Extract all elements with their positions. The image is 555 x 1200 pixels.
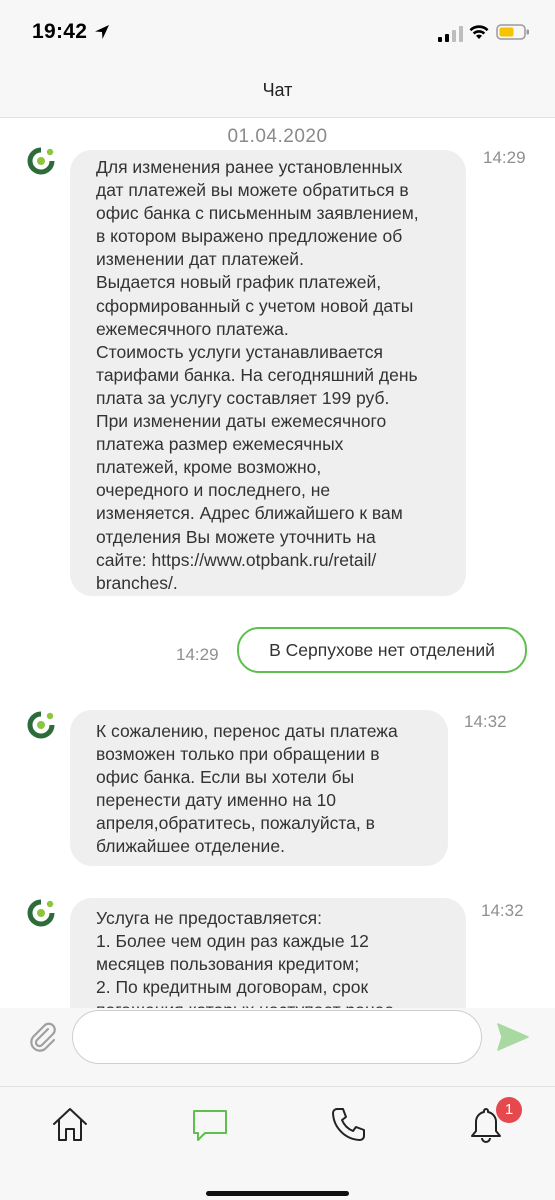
bank-logo-icon xyxy=(27,711,55,739)
message-line: сформированный с учетом новой даты xyxy=(96,295,414,316)
page-title: Чат xyxy=(262,80,293,100)
message-line: Выдается новый график платежей, xyxy=(96,272,382,293)
message-line: изменяется. Адрес ближайшего к вам xyxy=(96,503,403,524)
bank-logo-icon xyxy=(27,899,55,927)
message-time: 14:32 xyxy=(481,901,524,920)
message-line: К сожалению, перенос даты платежа xyxy=(96,721,398,741)
message-line: Стоимость услуги устанавливается xyxy=(96,341,383,362)
message-line: офис банка. Если вы хотели бы xyxy=(96,767,355,788)
message-time: 14:29 xyxy=(176,645,219,664)
tab-bar: 1 xyxy=(0,1086,555,1200)
wifi-icon xyxy=(469,25,489,39)
message-input-bar xyxy=(0,1008,555,1086)
message-line[interactable]: сайте: https://www.otpbank.ru/retail/ xyxy=(96,549,440,572)
date-separator: 01.04.2020 xyxy=(227,126,328,147)
message-line: тарифами банка. На сегодняшний день xyxy=(96,364,418,385)
outgoing-message: В Серпухове нет отделений xyxy=(237,627,527,673)
message-time: 14:29 xyxy=(483,148,526,167)
message-line: отделения Вы можете уточнить на xyxy=(96,526,376,547)
message-line: 1. Более чем один раз каждые 12 xyxy=(96,931,369,952)
message-line: ежемесячного платежа. xyxy=(96,318,289,339)
home-indicator[interactable] xyxy=(206,1191,349,1196)
chat-history[interactable]: 01.04.2020 Для изменения ранее установле… xyxy=(0,118,555,1008)
message-line: возможен только при обращении в xyxy=(96,744,380,765)
paperclip-icon[interactable] xyxy=(26,1020,60,1054)
message-line: Для изменения ранее установленных xyxy=(96,157,403,177)
message-input[interactable] xyxy=(72,1010,482,1064)
status-bar: 19:42 xyxy=(0,0,555,62)
message-line: очередного и последнего, не xyxy=(96,480,331,501)
notification-badge: 1 xyxy=(496,1097,522,1123)
message-line: месяцев пользования кредитом; xyxy=(96,954,360,975)
bank-logo-icon xyxy=(27,147,55,175)
message-line: Услуга не предоставляется: xyxy=(96,908,322,928)
status-time: 19:42 xyxy=(32,20,88,43)
message-line: При изменении даты ежемесячного xyxy=(96,411,387,432)
signal-icon xyxy=(438,26,463,42)
incoming-message: Для изменения ранее установленных дат пл… xyxy=(70,150,466,596)
send-icon[interactable] xyxy=(496,1022,530,1052)
message-line: 2. По кредитным договорам, срок xyxy=(96,977,369,998)
message-line: плата за услугу составляет 199 руб. xyxy=(96,387,390,408)
message-line: офис банка с письменным заявлением, xyxy=(96,203,419,224)
incoming-message: К сожалению, перенос даты платежа возмож… xyxy=(70,710,448,866)
message-line: погашения которых наступает ранее xyxy=(96,999,440,1008)
chat-bubble-icon[interactable] xyxy=(190,1105,230,1145)
message-time: 14:32 xyxy=(464,712,507,731)
home-icon[interactable] xyxy=(50,1105,90,1145)
message-line: платежей, кроме возможно, xyxy=(96,457,322,478)
message-line: платежа размер ежемесячных xyxy=(96,434,344,455)
nav-header: Чат xyxy=(0,62,555,118)
phone-icon[interactable] xyxy=(328,1105,368,1145)
message-line: апреля,обратитесь, пожалуйста, в xyxy=(96,813,375,834)
message-line: ближайшее отделение. xyxy=(96,836,285,857)
message-line: изменении дат платежей. xyxy=(96,249,304,270)
message-line: дат платежей вы можете обратиться в xyxy=(96,180,409,201)
message-line[interactable]: branches/. xyxy=(96,572,440,595)
incoming-message: Услуга не предоставляется: 1. Более чем … xyxy=(70,898,466,1008)
location-arrow-icon xyxy=(95,25,109,39)
message-line: в котором выражено предложение об xyxy=(96,226,403,247)
battery-icon xyxy=(496,24,529,40)
message-line: перенести дату именно на 10 xyxy=(96,790,337,811)
